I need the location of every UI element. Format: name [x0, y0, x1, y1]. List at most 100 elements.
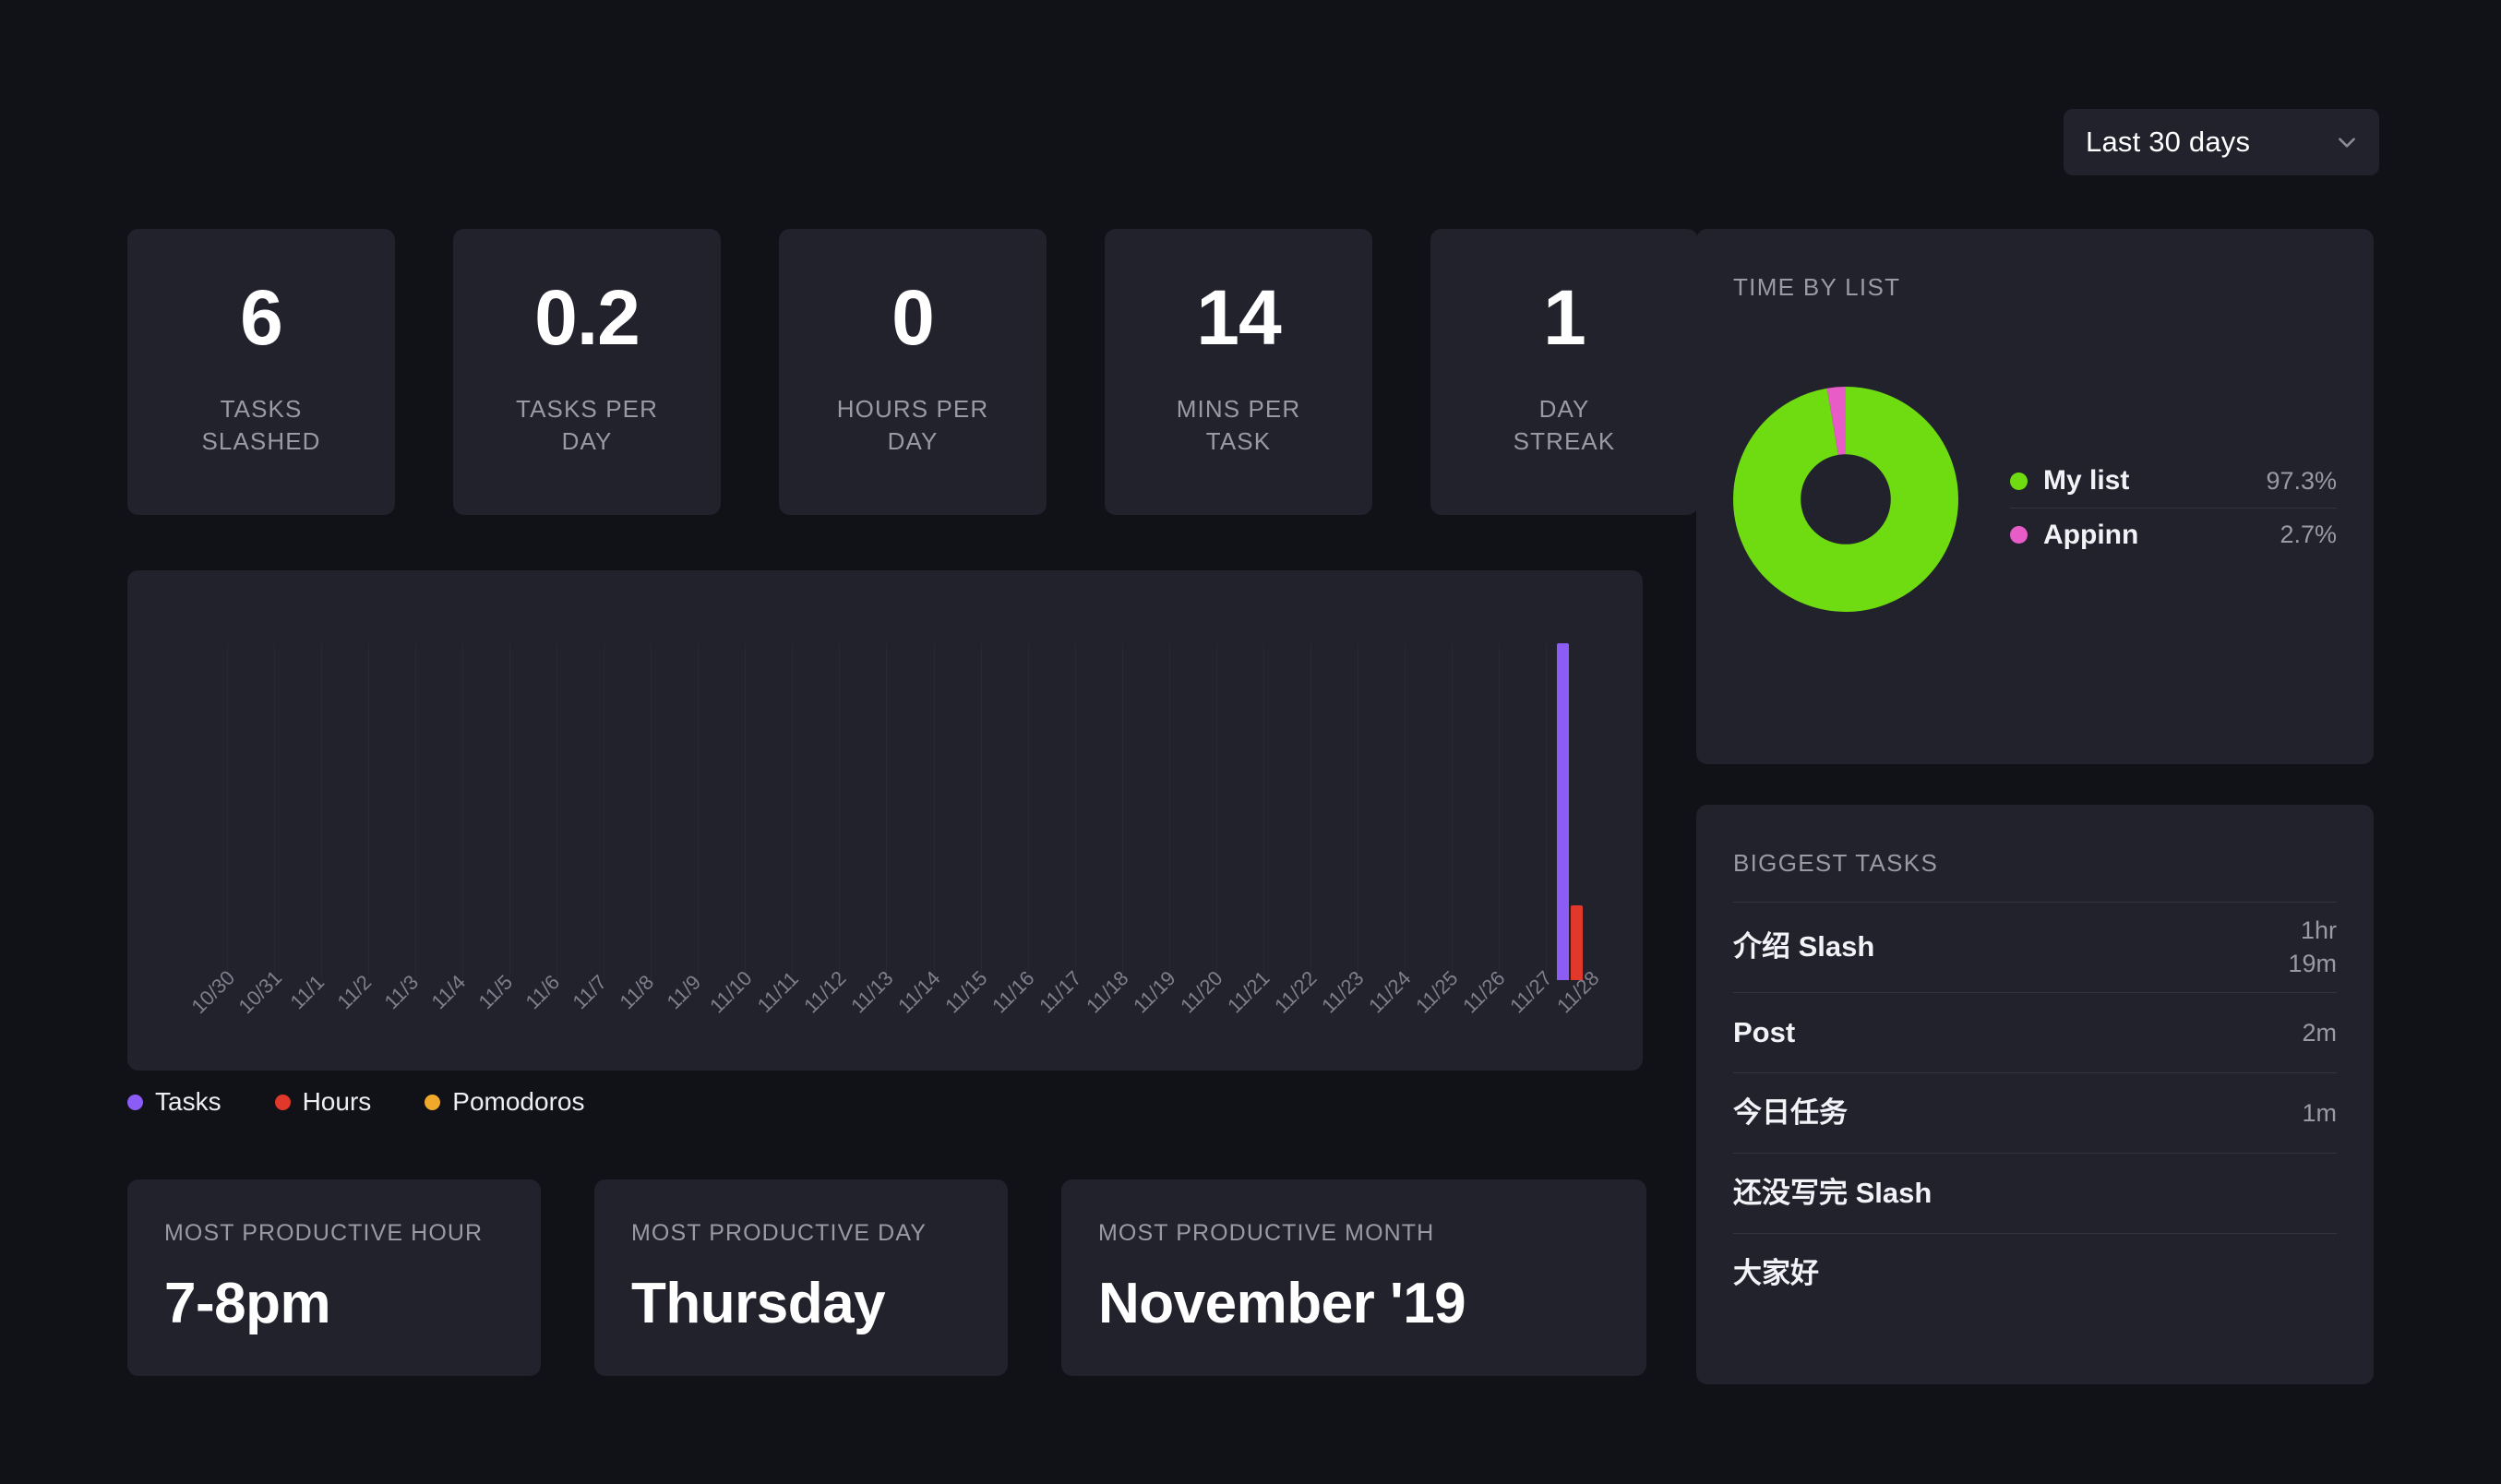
legend-color-dot	[274, 1094, 291, 1110]
stat-card: 0 HOURS PER DAY	[779, 229, 1047, 515]
analytics-dashboard: Last 30 days 6 TASKS SLASHED 0.2 TASKS PER DA…	[0, 0, 2501, 1484]
stat-value: 6	[240, 274, 283, 361]
task-row[interactable]: 还没写完 Slash	[1733, 1152, 2337, 1233]
chart-bar-group[interactable]	[1216, 643, 1263, 980]
stat-value: 0.2	[534, 274, 640, 361]
chart-bar-group[interactable]	[228, 643, 275, 980]
chart-x-tick: 11/6	[510, 970, 564, 1047]
legend-item[interactable]: Pomodoros	[425, 1087, 584, 1117]
task-row[interactable]: 大家好	[1733, 1232, 2337, 1313]
stat-value: 0	[892, 274, 935, 361]
chart-bar-group[interactable]	[322, 643, 369, 980]
chart-bar-group[interactable]	[369, 643, 416, 980]
task-name: 今日任务	[1733, 1095, 1848, 1129]
chart-bar-group[interactable]	[557, 643, 604, 980]
biggest-tasks-list: 介绍 Slash 1hr 19m Post 2m 今日任务 1m 还没写完 Slash 大家好	[1733, 902, 2337, 1313]
chart-x-tick: 11/14	[887, 966, 944, 1047]
chart-x-tick: 11/28	[1546, 966, 1603, 1047]
task-name: Post	[1733, 1015, 1796, 1048]
chart-legend: Tasks Hours Pomodoros	[127, 1087, 584, 1117]
activity-chart-plot	[181, 643, 1593, 980]
stat-card: 0.2 TASKS PER DAY	[453, 229, 721, 515]
chart-bar-group[interactable]	[981, 643, 1028, 980]
productive-card-label: MOST PRODUCTIVE DAY	[631, 1220, 927, 1246]
chart-x-tick: 10/30	[181, 966, 239, 1047]
chart-bar[interactable]	[1570, 905, 1583, 980]
productive-card: MOST PRODUCTIVE MONTH November '19	[1061, 1179, 1646, 1376]
chart-bar-group[interactable]	[416, 643, 463, 980]
chart-bar-group[interactable]	[1028, 643, 1075, 980]
task-row[interactable]: 今日任务 1m	[1733, 1071, 2337, 1153]
biggest-tasks-title: BIGGEST TASKS	[1733, 849, 1939, 877]
chart-bar-group[interactable]	[604, 643, 652, 980]
task-duration: 1hr 19m	[2288, 916, 2337, 978]
legend-item[interactable]: Hours	[274, 1087, 372, 1117]
chart-x-tick: 11/27	[1499, 966, 1556, 1047]
chart-x-tick: 10/31	[228, 966, 286, 1047]
stat-value: 1	[1543, 274, 1586, 361]
task-row[interactable]: 介绍 Slash 1hr 19m	[1733, 902, 2337, 992]
chart-x-tick: 11/9	[652, 970, 705, 1047]
donut-legend: My list 97.3% Appinn 2.7%	[2010, 454, 2337, 561]
chart-bar-group[interactable]	[1405, 643, 1452, 980]
chart-bar-group[interactable]	[887, 643, 934, 980]
legend-label: Hours	[302, 1087, 372, 1116]
chart-bar-group[interactable]	[934, 643, 981, 980]
chart-x-tick: 11/1	[275, 970, 329, 1047]
chart-bar-group[interactable]	[1452, 643, 1499, 980]
productive-card: MOST PRODUCTIVE DAY Thursday	[594, 1179, 1008, 1376]
task-row[interactable]: Post 2m	[1733, 991, 2337, 1072]
donut-legend-color-dot	[2010, 526, 2028, 544]
productive-card-label: MOST PRODUCTIVE MONTH	[1098, 1220, 1435, 1246]
chart-x-tick: 11/16	[981, 966, 1038, 1047]
chart-x-tick: 11/7	[557, 970, 611, 1047]
chart-bar-group[interactable]	[699, 643, 746, 980]
stat-label: TASKS PER DAY	[516, 395, 658, 456]
most-productive-cards: MOST PRODUCTIVE HOUR 7-8pm MOST PRODUCTIVE…	[127, 1179, 1646, 1376]
chart-bar-group[interactable]	[1499, 643, 1546, 980]
chart-bar-group[interactable]	[1310, 643, 1358, 980]
legend-color-dot	[425, 1094, 441, 1110]
biggest-tasks-panel: BIGGEST TASKS 介绍 Slash 1hr 19m Post 2m 今日任务 1…	[1696, 805, 2374, 1384]
chart-bar-group[interactable]	[463, 643, 510, 980]
legend-label: Pomodoros	[452, 1087, 585, 1116]
chart-bar-group[interactable]	[840, 643, 887, 980]
chart-bar-group[interactable]	[652, 643, 699, 980]
chart-bar-group[interactable]	[1169, 643, 1216, 980]
chart-bar-group[interactable]	[510, 643, 557, 980]
chart-bar-group[interactable]	[1358, 643, 1405, 980]
legend-color-dot	[127, 1094, 143, 1110]
donut-legend-item[interactable]: My list 97.3%	[2010, 454, 2337, 508]
time-by-list-panel: TIME BY LIST My list 97.3% Appinn 2.7%	[1696, 229, 2374, 764]
legend-item[interactable]: Tasks	[127, 1087, 221, 1117]
chart-x-tick: 11/10	[699, 966, 756, 1047]
donut-legend-item[interactable]: Appinn 2.7%	[2010, 508, 2337, 561]
productive-card-value: November '19	[1098, 1272, 1466, 1335]
chart-bar-group[interactable]	[1546, 643, 1593, 980]
chart-x-tick: 11/13	[840, 966, 897, 1047]
chart-bars	[181, 643, 1593, 980]
chart-x-tick: 11/17	[1028, 966, 1085, 1047]
chart-x-tick: 11/11	[746, 967, 802, 1047]
chart-x-tick: 11/15	[934, 966, 991, 1047]
chart-bar[interactable]	[1556, 643, 1569, 980]
donut-legend-color-dot	[2010, 472, 2028, 490]
task-duration: 1m	[2302, 1098, 2337, 1127]
chart-x-tick: 11/8	[604, 970, 658, 1047]
chart-bar-group[interactable]	[1263, 643, 1310, 980]
summary-stats: 6 TASKS SLASHED 0.2 TASKS PER DAY 0 HOURS PER DA…	[127, 229, 1698, 515]
chart-bar-group[interactable]	[275, 643, 322, 980]
chart-bar-group[interactable]	[746, 643, 793, 980]
chart-bar-group[interactable]	[793, 643, 840, 980]
chart-bar-group[interactable]	[1122, 643, 1169, 980]
date-range-select[interactable]: Last 30 days	[2064, 109, 2379, 175]
chart-x-tick: 11/26	[1452, 966, 1509, 1047]
donut-legend-label: My list	[2043, 465, 2130, 496]
chart-x-tick: 11/18	[1075, 966, 1132, 1047]
chart-bar-group[interactable]	[1075, 643, 1122, 980]
productive-card-value: 7-8pm	[164, 1272, 331, 1335]
date-range-value: Last 30 days	[2086, 126, 2251, 158]
chart-bar-group[interactable]	[181, 643, 228, 980]
chart-x-tick: 11/5	[463, 970, 517, 1047]
stat-card: 6 TASKS SLASHED	[127, 229, 395, 515]
